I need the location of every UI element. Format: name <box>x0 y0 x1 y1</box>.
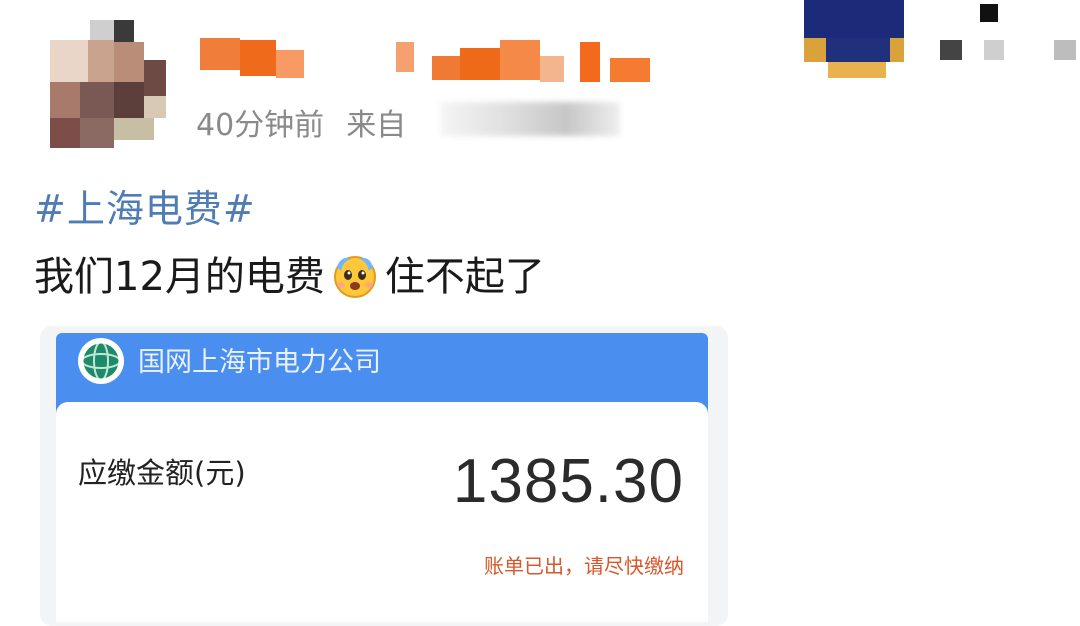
post-source-censored <box>440 102 620 136</box>
username-censored[interactable] <box>200 38 660 84</box>
company-name: 国网上海市电力公司 <box>138 347 381 378</box>
bill-status-text: 账单已出，请尽快缴纳 <box>484 554 684 578</box>
post-time: 40分钟前 <box>196 108 325 143</box>
crying-face-emoji-icon <box>329 249 381 301</box>
amount-due-value: 1385.30 <box>452 447 684 516</box>
state-grid-logo-icon <box>78 338 124 384</box>
avatar[interactable] <box>50 20 170 150</box>
post-text: 我们12月的电费 住不起了 <box>34 244 545 302</box>
post-text-part-1: 我们12月的电费 <box>34 254 325 300</box>
badge-censored <box>804 0 1080 80</box>
post-source-label: 来自 <box>346 108 407 143</box>
post-meta: 40分钟前 来自 <box>196 100 406 144</box>
post-text-part-2: 住不起了 <box>384 254 545 300</box>
amount-due-label: 应缴金额(元) <box>78 456 246 490</box>
hashtag-link[interactable]: #上海电费# <box>34 178 256 233</box>
